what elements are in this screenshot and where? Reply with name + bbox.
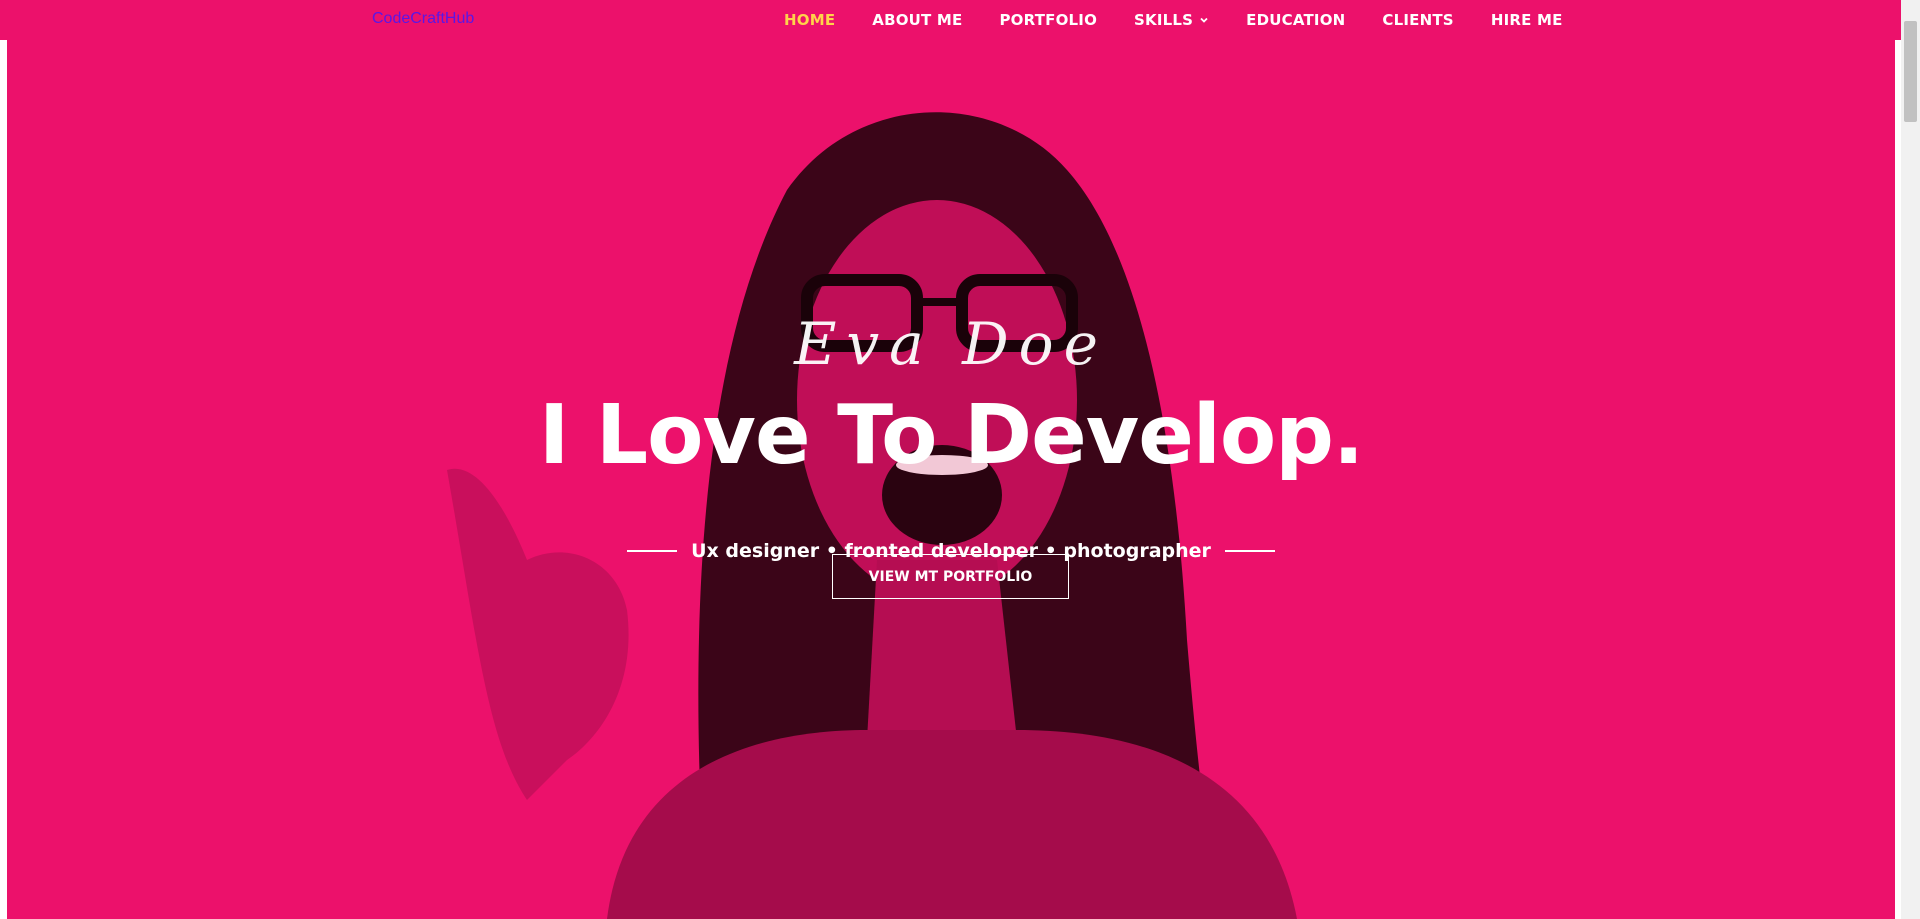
hero-signature: Eva Doe xyxy=(794,310,1108,378)
nav-item-hire-me[interactable]: HIRE ME xyxy=(1491,11,1563,29)
scrollbar-thumb[interactable] xyxy=(1904,21,1917,122)
nav-item-about-me[interactable]: ABOUT ME xyxy=(872,11,962,29)
nav-links: HOME ABOUT ME PORTFOLIO SKILLS EDUCATION… xyxy=(784,0,1600,40)
nav-item-home[interactable]: HOME xyxy=(784,11,835,29)
scrollbar-track[interactable] xyxy=(1901,0,1920,919)
tagline-divider-right xyxy=(1224,550,1275,552)
nav-item-skills[interactable]: SKILLS xyxy=(1134,11,1209,29)
nav-item-portfolio[interactable]: PORTFOLIO xyxy=(999,11,1097,29)
chevron-down-icon xyxy=(1200,17,1208,23)
tagline-divider-left xyxy=(627,550,678,552)
hero-headline: I Love To Develop. xyxy=(538,388,1364,483)
nav-item-education[interactable]: EDUCATION xyxy=(1246,11,1345,29)
hero-section: Eva Doe I Love To Develop. Ux designer •… xyxy=(7,40,1895,919)
view-portfolio-button[interactable]: VIEW MT PORTFOLIO xyxy=(832,554,1069,599)
nav-item-clients[interactable]: CLIENTS xyxy=(1382,11,1453,29)
hero-content: Eva Doe I Love To Develop. Ux designer •… xyxy=(7,40,1895,919)
brand-logo[interactable]: CodeCraftHub xyxy=(372,10,474,28)
navbar: CodeCraftHub HOME ABOUT ME PORTFOLIO SKI… xyxy=(0,0,1901,40)
nav-item-skills-label: SKILLS xyxy=(1134,11,1194,29)
